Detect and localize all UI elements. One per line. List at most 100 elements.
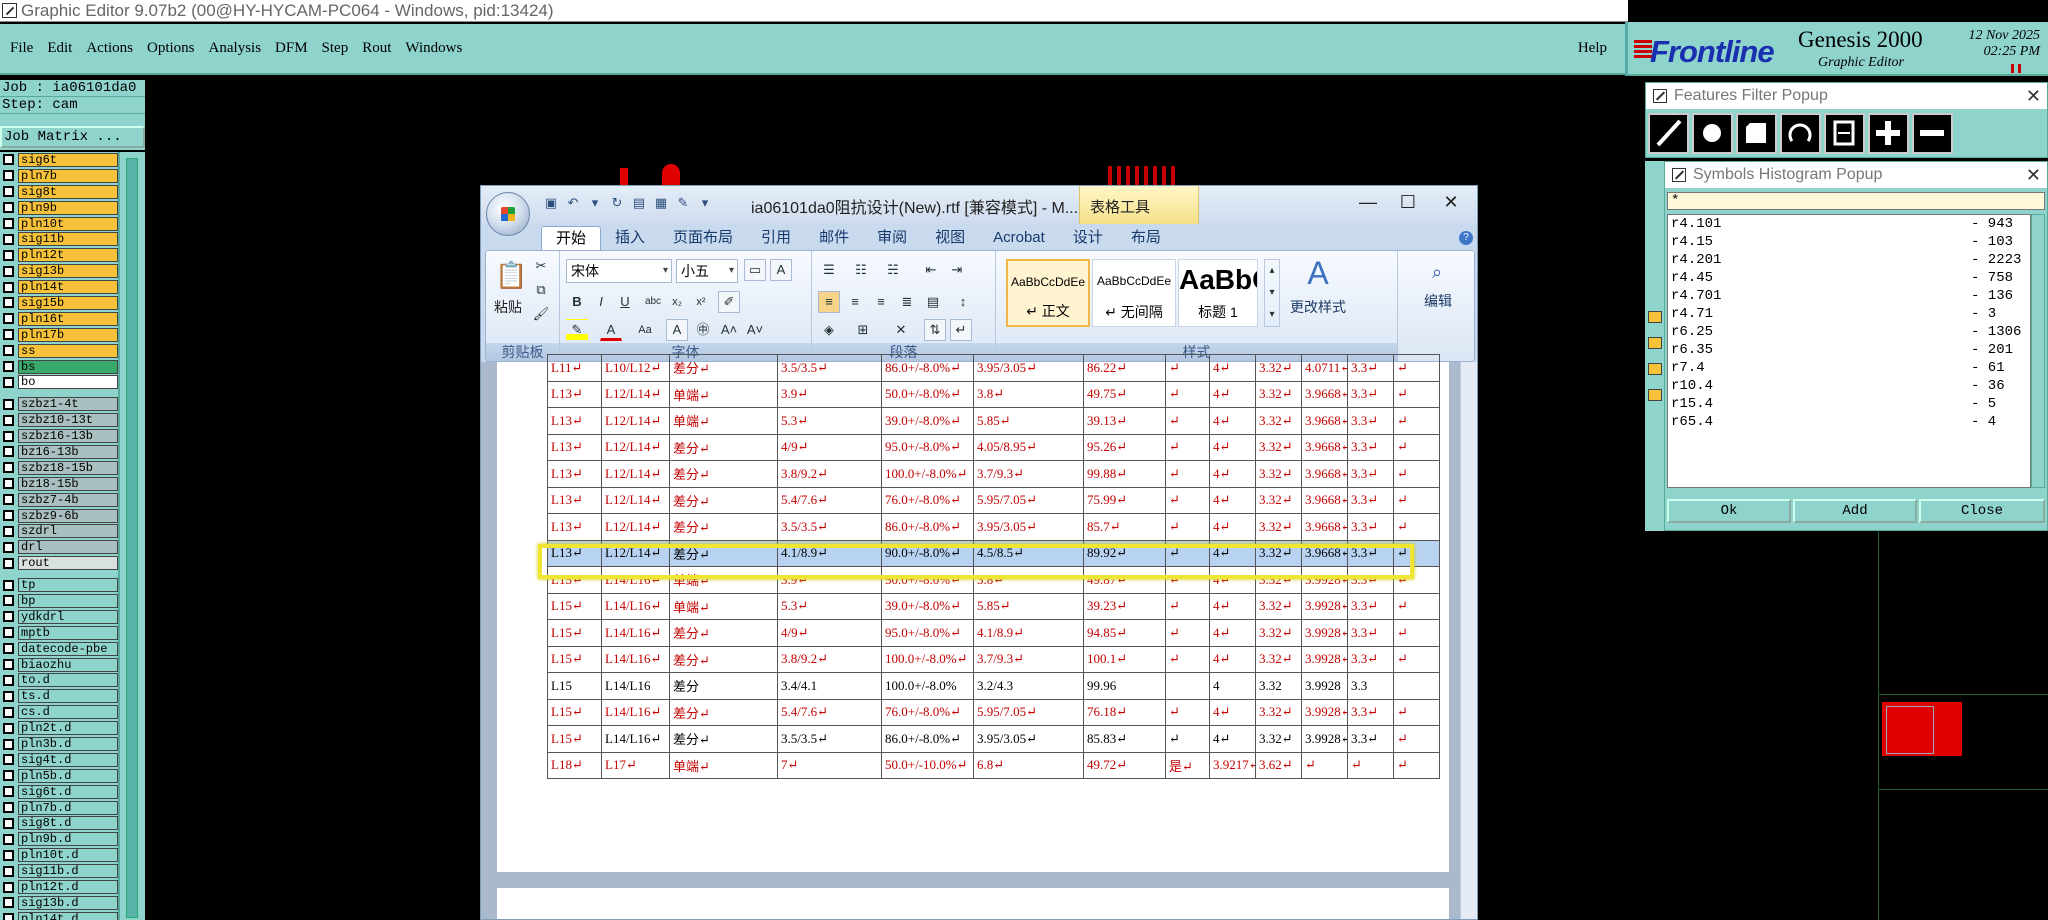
borders-icon[interactable]: ⊞ [852,319,874,341]
layer-row[interactable]: datecode-pbe [0,641,118,657]
layer-row[interactable]: pln14t.d [0,911,118,920]
paste-label[interactable]: 粘贴 [488,297,528,317]
table-cell[interactable]: L12/L14↵ [601,486,670,514]
table-cell[interactable]: L14/L16↵ [601,619,670,647]
layer-row[interactable]: sig6t [0,152,118,168]
table-cell[interactable]: 3.9668↵ [1301,513,1348,541]
table-cell[interactable]: L12/L14↵ [601,407,670,435]
list-item[interactable]: r4.701 - 136 [1668,287,2030,305]
font-size-dropdown[interactable]: 小五 [676,259,738,283]
layer-checkbox[interactable] [3,541,14,553]
layer-row[interactable]: szdrl [0,523,118,539]
table-cell[interactable]: L13↵ [547,433,602,461]
layer-checkbox[interactable] [3,525,14,537]
change-styles-button[interactable]: 更改样式 [1282,297,1354,317]
layer-name[interactable]: pln9b.d [18,832,118,847]
table-cell[interactable]: L17↵ [601,751,670,779]
minimize-icon[interactable]: — [1353,192,1383,213]
table-cell[interactable]: L13↵ [547,460,602,488]
layer-name[interactable]: pln2t.d [18,721,118,736]
table-cell[interactable]: 76.0+/-8.0%↵ [881,698,974,726]
table-cell[interactable]: 3.8/9.2↵ [777,460,882,488]
layer-checkbox[interactable] [3,218,14,229]
table-cell[interactable]: ↵ [1393,725,1440,753]
clear-format-icon[interactable]: ✐ [718,291,740,313]
table-cell[interactable]: 95.0+/-8.0%↵ [881,619,974,647]
table-cell[interactable]: 3.5/3.5↵ [777,725,882,753]
layer-checkbox[interactable] [3,897,14,909]
format-painter-icon[interactable]: 🖌 [530,303,552,325]
layer-name[interactable]: pln17b [18,327,118,342]
layer-name[interactable]: pln12t.d [18,880,118,895]
table-cell[interactable]: 3.3↵ [1347,433,1394,461]
table-cell[interactable]: 3.3↵ [1347,380,1394,408]
table-cell[interactable]: 3.3↵ [1347,460,1394,488]
layer-name[interactable]: pln10t [18,216,118,231]
copy-icon[interactable]: ⧉ [530,279,552,301]
table-cell[interactable]: 5.3↵ [777,592,882,620]
table-cell[interactable]: 3.7/9.3↵ [973,460,1084,488]
layer-row[interactable]: pln10t.d [0,847,118,863]
table-cell[interactable]: 3.32↵ [1255,698,1302,726]
table-cell[interactable]: 49.75↵ [1083,380,1166,408]
text-filter-button[interactable] [1824,113,1865,154]
layer-name[interactable]: sig13b [18,264,118,279]
layer-scrollbar[interactable] [118,152,145,920]
distribute-icon[interactable]: ▤ [922,291,944,313]
table-cell[interactable]: 3.9928↵ [1301,725,1348,753]
numbering-icon[interactable]: ☷ [850,259,872,281]
style-heading-1[interactable]: AaBbC标题 1 [1178,259,1258,327]
format-painter-icon[interactable]: ✎ [675,195,691,211]
table-cell[interactable]: 39.23↵ [1083,592,1166,620]
layer-checkbox[interactable] [3,170,14,182]
table-row[interactable]: L15↵ L14/L16↵ 差分↵ 3.5/3.5↵ 86.0+/-8.0%↵ 3.95/… [547,725,1440,753]
table-cell[interactable]: 100.0+/-8.0%↵ [881,460,974,488]
table-cell[interactable]: 5.4/7.6↵ [777,698,882,726]
layer-name[interactable]: drl [18,540,118,555]
table-cell[interactable]: ↵ [1165,698,1210,726]
table-cell[interactable]: ↵ [1393,460,1440,488]
table-cell[interactable]: ↵ [1347,751,1394,779]
layer-row[interactable]: rout [0,555,118,571]
layer-checkbox[interactable] [3,446,14,458]
layer-row[interactable]: pln7b.d [0,800,118,816]
layer-checkbox[interactable] [3,329,14,341]
table-cell[interactable]: 3.7/9.3↵ [973,645,1084,673]
table-cell[interactable]: 94.85↵ [1083,619,1166,647]
layer-checkbox[interactable] [3,361,14,373]
layer-name[interactable]: pln7b.d [18,800,118,815]
enclose-char-icon[interactable]: ㊥ [692,319,714,341]
layer-name[interactable]: szdrl [18,524,118,539]
layer-checkbox[interactable] [3,913,14,920]
layer-row[interactable]: sig6t.d [0,784,118,800]
table-row[interactable]: L15 L14/L16 差分 3.4/4.1 100.0+/-8.0% 3.2/4.3 99… [547,672,1440,700]
table-cell[interactable]: L12/L14↵ [601,380,670,408]
table-cell[interactable]: 50.0+/-8.0%↵ [881,380,974,408]
table-cell[interactable]: L12/L14↵ [601,513,670,541]
layer-checkbox[interactable] [3,865,14,877]
layer-row[interactable]: szbz1-4t [0,396,118,412]
table-cell[interactable]: L12/L14↵ [601,433,670,461]
layer-row[interactable]: pln17b [0,327,118,343]
table-cell[interactable]: 7↵ [777,751,882,779]
table-cell[interactable]: ↵ [1165,619,1210,647]
layer-name[interactable]: sig13b.d [18,895,118,910]
symbol-filter-input[interactable]: * [1667,192,2045,210]
increase-indent-icon[interactable]: ⇥ [946,259,968,281]
table-cell[interactable]: L12/L14↵ [601,460,670,488]
table-cell[interactable]: 3.9668↵ [1301,433,1348,461]
tab-2[interactable]: 页面布局 [659,226,747,250]
table-cell[interactable]: 99.96 [1083,672,1166,700]
table-cell[interactable]: 单端↵ [669,592,778,620]
table-cell[interactable]: 4.05/8.95↵ [973,433,1084,461]
layer-name[interactable]: pln16t [18,311,118,326]
strikethrough-icon[interactable]: abc [642,291,664,313]
list-item[interactable]: r15.4 - 5 [1668,395,2030,413]
table-cell[interactable]: 4.0711↵ [1301,354,1348,382]
layer-checkbox[interactable] [3,738,14,750]
layer-row[interactable]: tp [0,577,118,593]
layer-name[interactable]: sig11b.d [18,864,118,879]
tab-9[interactable]: 布局 [1117,226,1175,250]
table-cell[interactable]: L14/L16 [601,672,670,700]
table-cell[interactable]: 3.32↵ [1255,354,1302,382]
